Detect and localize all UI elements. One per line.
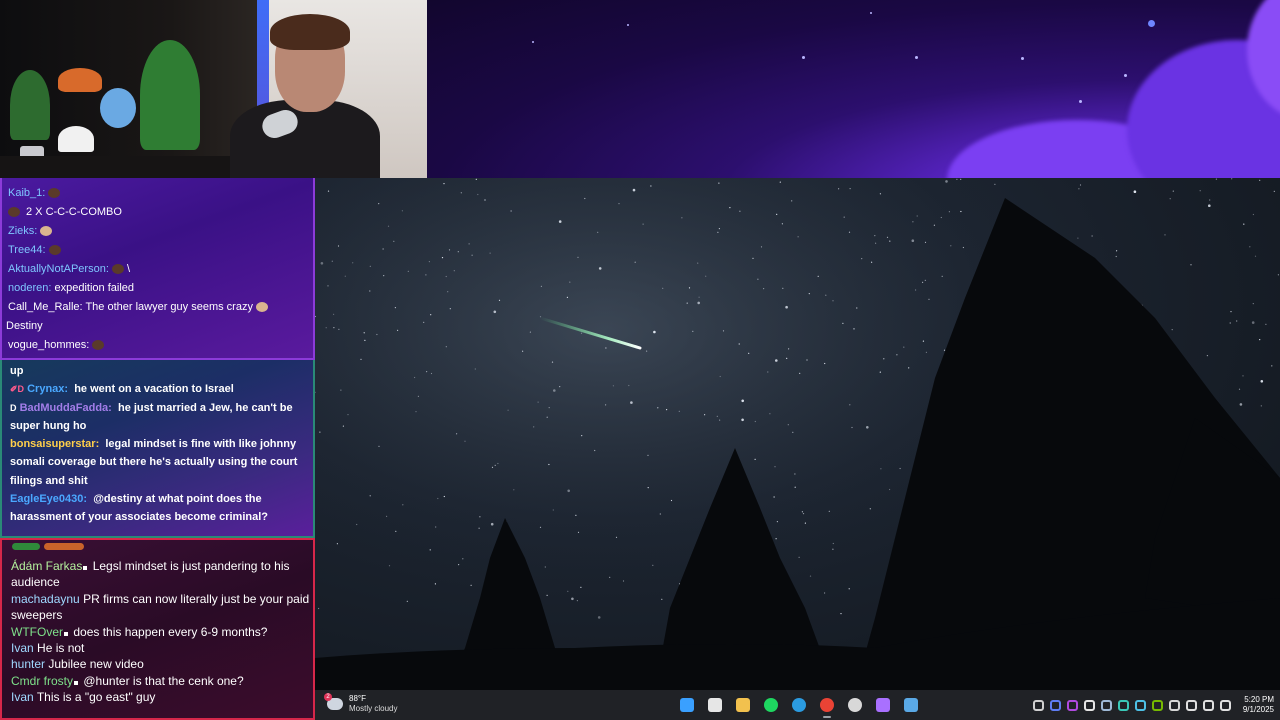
task-view-icon[interactable] xyxy=(705,695,725,715)
emote-icon xyxy=(255,302,268,313)
network-icon[interactable] xyxy=(1185,699,1197,711)
weather-alert-badge: 2 xyxy=(324,693,332,701)
chat-message: Ádám Farkas Legsl mindset is just pander… xyxy=(11,559,290,590)
emote-icon xyxy=(40,226,53,237)
chat-message: Ivan This is a "go east" guy xyxy=(11,690,156,705)
windows-start-icon[interactable] xyxy=(677,695,697,715)
chat-message: Zieks: xyxy=(8,222,313,241)
cloud-tray-icon[interactable] xyxy=(1134,699,1146,711)
nvidia-icon[interactable] xyxy=(1151,699,1163,711)
chat-message: D BadMuddaFadda: he just married a Jew, … xyxy=(10,399,313,436)
emote-icon xyxy=(48,245,61,256)
emote-icon xyxy=(111,264,124,275)
chat-message: Kaib_1: xyxy=(8,184,313,203)
file-explorer-icon[interactable] xyxy=(733,695,753,715)
refresh-icon[interactable] xyxy=(1117,699,1129,711)
night-sky-image xyxy=(315,178,1280,690)
weather-condition: Mostly cloudy xyxy=(349,704,398,713)
chat-message: Tree44: xyxy=(8,241,313,260)
volume-icon[interactable] xyxy=(1202,699,1214,711)
weather-widget[interactable]: 2 88°F Mostly cloudy xyxy=(324,693,398,714)
user-badge: D xyxy=(10,402,17,413)
stream-overlay-banner xyxy=(427,0,1280,178)
user-badge: ✐D xyxy=(10,384,25,395)
chat-message: Cmdr frosty @hunter is that the cenk one… xyxy=(11,673,244,688)
chat-message: bonsaisuperstar: legal mindset is fine w… xyxy=(10,438,298,487)
chat-message: EagleEye0430: @destiny at what point doe… xyxy=(10,493,268,524)
chat-overlay-top: Kaib_1: 2 X C-C-C-COMBO Zieks: Tree44: A… xyxy=(0,178,315,360)
taskbar: 2 88°F Mostly cloudy 5:20 PM 9/1/2025 xyxy=(315,690,1280,720)
taskbar-apps xyxy=(677,695,921,718)
steam-tray-icon[interactable] xyxy=(1100,699,1112,711)
shield-tray-icon[interactable] xyxy=(1168,699,1180,711)
chat-overlay-middle: up ✐D Crynax: he went on a vacation to I… xyxy=(0,360,315,538)
weather-temperature: 88°F xyxy=(349,694,366,703)
chat-message: Call_Me_Ralle: The other lawyer guy seem… xyxy=(8,298,313,317)
chat-message: 2 X C-C-C-COMBO xyxy=(8,203,313,222)
chat-message: hunter Jubilee new video xyxy=(11,657,144,672)
clock[interactable]: 5:20 PM 9/1/2025 xyxy=(1243,695,1274,715)
chat-overlay-bottom: Ádám Farkas Legsl mindset is just pander… xyxy=(0,538,315,720)
chat-message: Destiny xyxy=(6,320,43,332)
chat-message: machadaynu PR firms can now literally ju… xyxy=(11,591,310,623)
emote-icon xyxy=(8,207,20,218)
chrome-icon[interactable] xyxy=(817,695,837,718)
chat-message: WTFOver does this happen every 6-9 month… xyxy=(11,624,268,639)
emote-icon xyxy=(92,340,105,351)
edge-icon[interactable] xyxy=(789,695,809,715)
system-tray: 5:20 PM 9/1/2025 xyxy=(1032,695,1274,715)
night-sky-illustration xyxy=(315,178,1280,690)
chat-tabs xyxy=(12,543,84,550)
webcam-feed xyxy=(0,0,427,178)
spotify-icon[interactable] xyxy=(761,695,781,715)
chat-message: Ivan He is not xyxy=(11,641,85,656)
steam-icon[interactable] xyxy=(901,695,921,715)
obs-icon[interactable] xyxy=(845,695,865,715)
clock-date: 9/1/2025 xyxy=(1242,705,1274,714)
chat-message: vogue_hommes: xyxy=(8,336,313,355)
chat-message: AktuallyNotAPerson: \ xyxy=(8,263,131,275)
chevron-up-icon[interactable] xyxy=(1032,699,1044,711)
cloudy-weather-icon: 2 xyxy=(324,693,343,710)
tray-app-white-icon[interactable] xyxy=(1083,699,1095,711)
emote-icon xyxy=(48,188,61,199)
chat-message: up xyxy=(10,365,24,377)
battery-icon[interactable] xyxy=(1219,699,1231,711)
chat-message: ✐D Crynax: he went on a vacation to Isra… xyxy=(10,380,313,398)
clock-time: 5:20 PM xyxy=(1244,695,1274,704)
tray-app-purple-icon[interactable] xyxy=(1066,699,1078,711)
twitch-icon[interactable] xyxy=(873,695,893,715)
chat-message: noderen: expedition failed xyxy=(8,282,135,294)
bolt-icon[interactable] xyxy=(1049,699,1061,711)
